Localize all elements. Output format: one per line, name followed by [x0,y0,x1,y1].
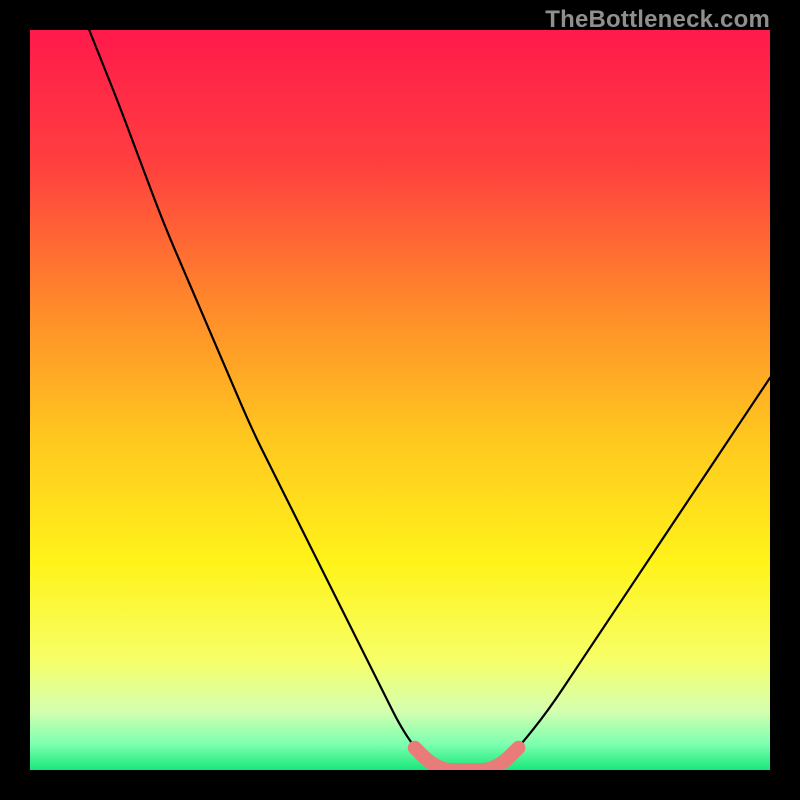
chart-svg [30,30,770,770]
chart-frame: TheBottleneck.com [0,0,800,800]
plot-area [30,30,770,770]
gradient-background [30,30,770,770]
